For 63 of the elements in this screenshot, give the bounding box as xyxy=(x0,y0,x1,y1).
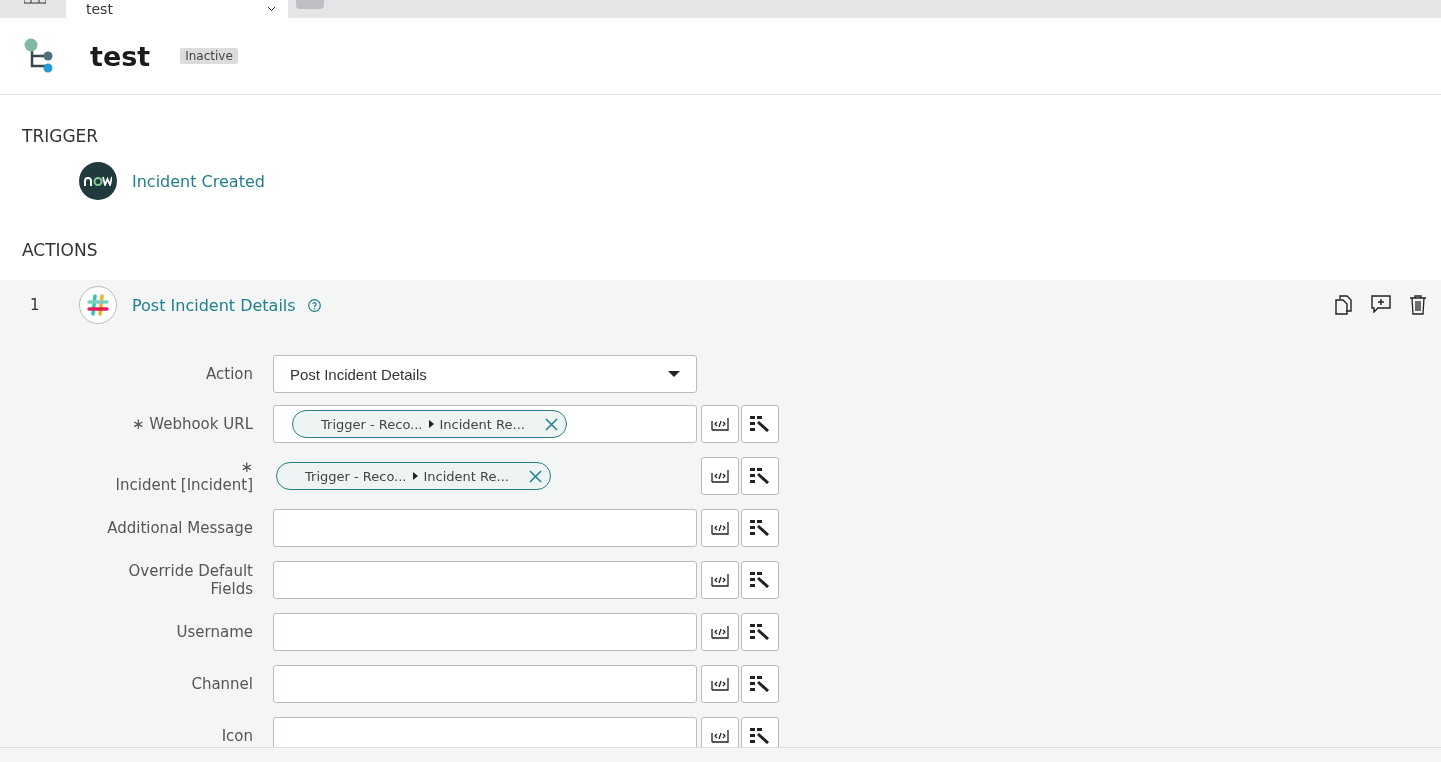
slack-logo-icon xyxy=(79,286,117,324)
section-heading: TRIGGER xyxy=(21,126,100,146)
input-field[interactable] xyxy=(273,509,697,547)
script-icon xyxy=(711,469,729,483)
data-pill-picker-icon xyxy=(750,624,770,640)
data-picker-button[interactable] xyxy=(741,717,779,747)
data-picker-button[interactable] xyxy=(741,405,779,443)
now-logo-icon xyxy=(79,162,117,200)
caret-icon xyxy=(412,472,418,480)
caret-icon xyxy=(668,371,680,377)
script-icon xyxy=(711,729,729,743)
script-button[interactable] xyxy=(701,561,739,599)
data-pill-picker-icon xyxy=(750,676,770,692)
script-button[interactable] xyxy=(701,613,739,651)
script-button[interactable] xyxy=(701,405,739,443)
field-label: ∗ Webhook URL xyxy=(130,415,253,433)
field-label: Channel xyxy=(190,675,253,693)
script-icon xyxy=(711,625,729,639)
data-pill-picker-icon xyxy=(750,728,770,744)
script-icon xyxy=(711,521,729,535)
script-button[interactable] xyxy=(701,509,739,547)
field-label: Action xyxy=(205,365,253,383)
delete-button[interactable] xyxy=(1409,295,1427,315)
data-picker-button[interactable] xyxy=(741,665,779,703)
input-field[interactable] xyxy=(273,665,697,703)
field-label: Override Default Fields xyxy=(127,562,253,598)
flow-title: test xyxy=(90,40,151,72)
copy-button[interactable] xyxy=(1335,295,1353,315)
tab[interactable]: test xyxy=(66,0,288,18)
caret-icon xyxy=(428,420,434,428)
status-badge: Inactive xyxy=(180,48,238,64)
data-pill[interactable]: Trigger - Reco... Incident Re... xyxy=(276,462,551,490)
step-number: 1 xyxy=(30,296,41,314)
data-picker-button[interactable] xyxy=(741,613,779,651)
field-label: Additional Message xyxy=(106,519,253,537)
data-pill-picker-icon xyxy=(750,416,770,432)
data-picker-button[interactable] xyxy=(741,509,779,547)
data-pill-picker-icon xyxy=(750,520,770,536)
data-pill[interactable]: Trigger - Reco... Incident Re... xyxy=(292,410,567,438)
input-field[interactable] xyxy=(273,613,697,651)
field-label: Icon xyxy=(220,727,253,745)
data-picker-button[interactable] xyxy=(741,561,779,599)
script-button[interactable] xyxy=(701,457,739,495)
data-picker-button[interactable] xyxy=(741,457,779,495)
add-comment-button[interactable] xyxy=(1371,295,1391,315)
script-icon xyxy=(711,573,729,587)
script-icon xyxy=(711,677,729,691)
help-icon[interactable] xyxy=(307,298,321,312)
script-button[interactable] xyxy=(701,717,739,747)
field-label: ∗ Incident [Incident] xyxy=(114,458,253,494)
action-link[interactable]: Post Incident Details xyxy=(132,295,296,315)
input-field[interactable] xyxy=(273,561,697,599)
input-field[interactable] xyxy=(273,717,697,747)
input-field[interactable]: Trigger - Reco... Incident Re... xyxy=(273,405,697,443)
trigger-link[interactable]: Incident Created xyxy=(132,171,265,191)
section-heading: ACTIONS xyxy=(21,240,99,260)
data-pill-picker-icon xyxy=(750,468,770,484)
script-button[interactable] xyxy=(701,665,739,703)
field-label: Username xyxy=(175,623,253,641)
action-select[interactable]: Post Incident Details xyxy=(273,355,697,393)
data-pill-picker-icon xyxy=(750,572,770,588)
grid-icon[interactable] xyxy=(24,0,46,4)
script-icon xyxy=(711,417,729,431)
